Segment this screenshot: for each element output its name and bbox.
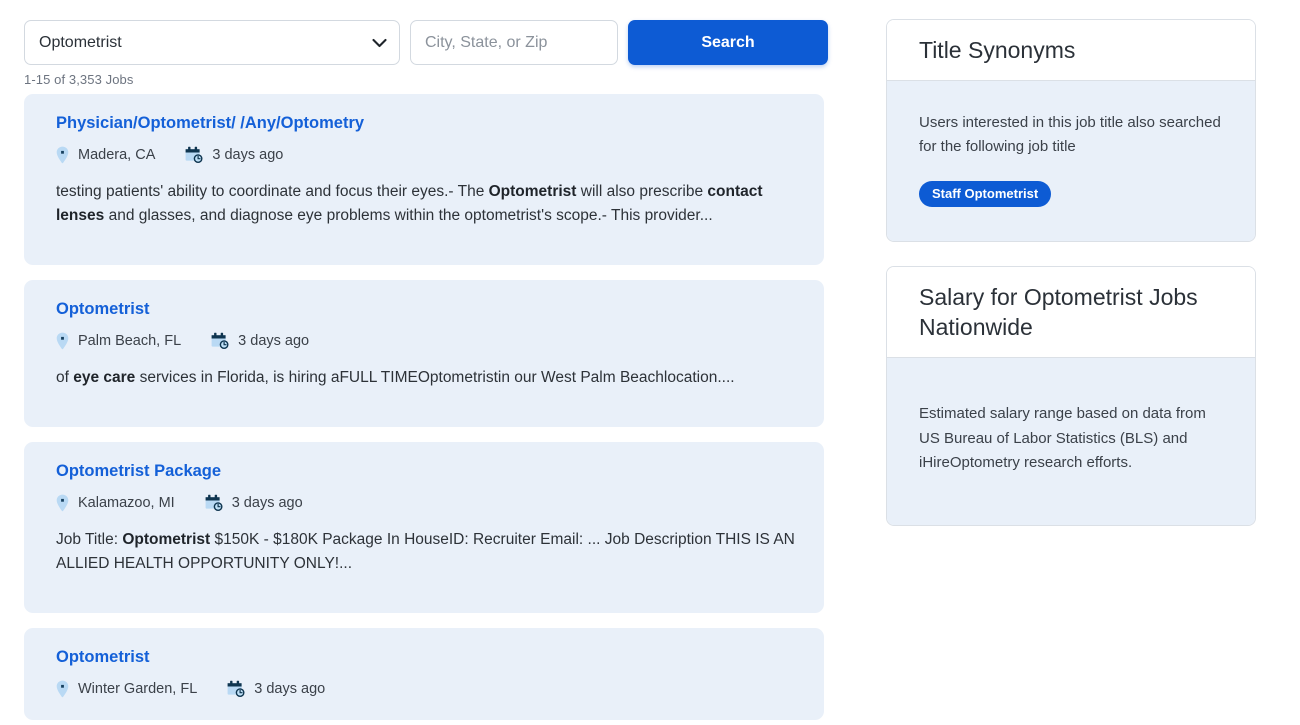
job-meta: Kalamazoo, MI 3 days ago [56, 494, 800, 512]
job-meta: Madera, CA 3 days ago [56, 146, 800, 164]
sidebar-panel-salary: Salary for Optometrist Jobs Nationwide Es… [886, 266, 1256, 527]
sidebar-panel-title-synonyms: Title Synonyms Users interested in this j… [886, 19, 1256, 243]
job-location: Madera, CA [56, 146, 155, 164]
job-title-link[interactable]: Optometrist Package [56, 461, 800, 482]
job-meta: Palm Beach, FL 3 days ago [56, 332, 800, 350]
job-meta: Winter Garden, FL 3 days ago [56, 680, 800, 698]
sidebar-panels: Title Synonyms Users interested in this j… [886, 19, 1276, 527]
map-pin-icon [56, 332, 69, 350]
job-card[interactable]: Optometrist Palm Beach, FL 3 days ago of ey… [24, 280, 824, 428]
map-pin-icon [56, 494, 69, 512]
job-posted-date: 3 days ago [227, 680, 325, 698]
synonym-pill-list: Staff Optometrist [919, 181, 1225, 208]
results-count: 1-15 of 3,353 Jobs [24, 72, 134, 87]
job-title-select-wrapper: Optometrist [24, 20, 400, 65]
job-posted-text: 3 days ago [212, 146, 284, 163]
job-posted-date: 3 days ago [185, 146, 283, 164]
job-location-text: Kalamazoo, MI [78, 494, 175, 511]
calendar-clock-icon [211, 332, 229, 350]
job-description: testing patients' ability to coordinate … [56, 182, 763, 224]
panel-description: Users interested in this job title also … [919, 113, 1221, 156]
calendar-clock-icon [205, 494, 223, 512]
job-title-link[interactable]: Optometrist [56, 299, 800, 320]
results-column: Optometrist Search 1-15 of 3,353 Jobs Ph… [0, 0, 856, 721]
job-location: Palm Beach, FL [56, 332, 181, 350]
panel-title: Salary for Optometrist Jobs Nationwide [919, 284, 1198, 341]
synonym-pill[interactable]: Staff Optometrist [919, 181, 1052, 208]
job-posted-text: 3 days ago [254, 681, 326, 698]
panel-title: Title Synonyms [919, 37, 1076, 63]
sidebar-column: Title Synonyms Users interested in this j… [886, 0, 1276, 527]
job-search-page: Optometrist Search 1-15 of 3,353 Jobs Ph… [0, 0, 1300, 725]
job-title-link[interactable]: Physician/Optometrist/ /Any/Optometry [56, 113, 800, 134]
job-card[interactable]: Physician/Optometrist/ /Any/Optometry Mad… [24, 94, 824, 266]
job-location: Winter Garden, FL [56, 680, 197, 698]
calendar-clock-icon [185, 146, 203, 164]
job-title-link[interactable]: Optometrist [56, 647, 800, 668]
search-bar: Optometrist Search [24, 20, 856, 65]
job-results-list: Physician/Optometrist/ /Any/Optometry Mad… [24, 94, 856, 721]
job-location-text: Palm Beach, FL [78, 332, 182, 349]
job-posted-date: 3 days ago [205, 494, 303, 512]
panel-header: Title Synonyms [887, 20, 1255, 81]
job-card[interactable]: Optometrist Winter Garden, FL 3 days ago [24, 628, 824, 721]
job-posted-text: 3 days ago [238, 332, 310, 349]
panel-description: Estimated salary range based on data fro… [919, 405, 1206, 471]
job-description: Job Title: Optometrist $150K - $180K Pac… [56, 530, 795, 572]
job-posted-date: 3 days ago [211, 332, 309, 350]
map-pin-icon [56, 680, 69, 698]
job-description: of eye care services in Florida, is hiri… [56, 368, 735, 386]
calendar-clock-icon [227, 680, 245, 698]
panel-body: Estimated salary range based on data fro… [887, 358, 1255, 526]
job-title-select[interactable]: Optometrist [24, 20, 400, 65]
job-card[interactable]: Optometrist Package Kalamazoo, MI 3 days a… [24, 442, 824, 614]
panel-body: Users interested in this job title also … [887, 80, 1255, 242]
job-location: Kalamazoo, MI [56, 494, 175, 512]
map-pin-icon [56, 146, 69, 164]
search-button[interactable]: Search [628, 20, 828, 65]
job-posted-text: 3 days ago [231, 494, 303, 511]
location-input[interactable] [410, 20, 618, 65]
job-location-text: Winter Garden, FL [78, 681, 198, 698]
job-location-text: Madera, CA [78, 146, 156, 163]
panel-header: Salary for Optometrist Jobs Nationwide [887, 267, 1255, 359]
